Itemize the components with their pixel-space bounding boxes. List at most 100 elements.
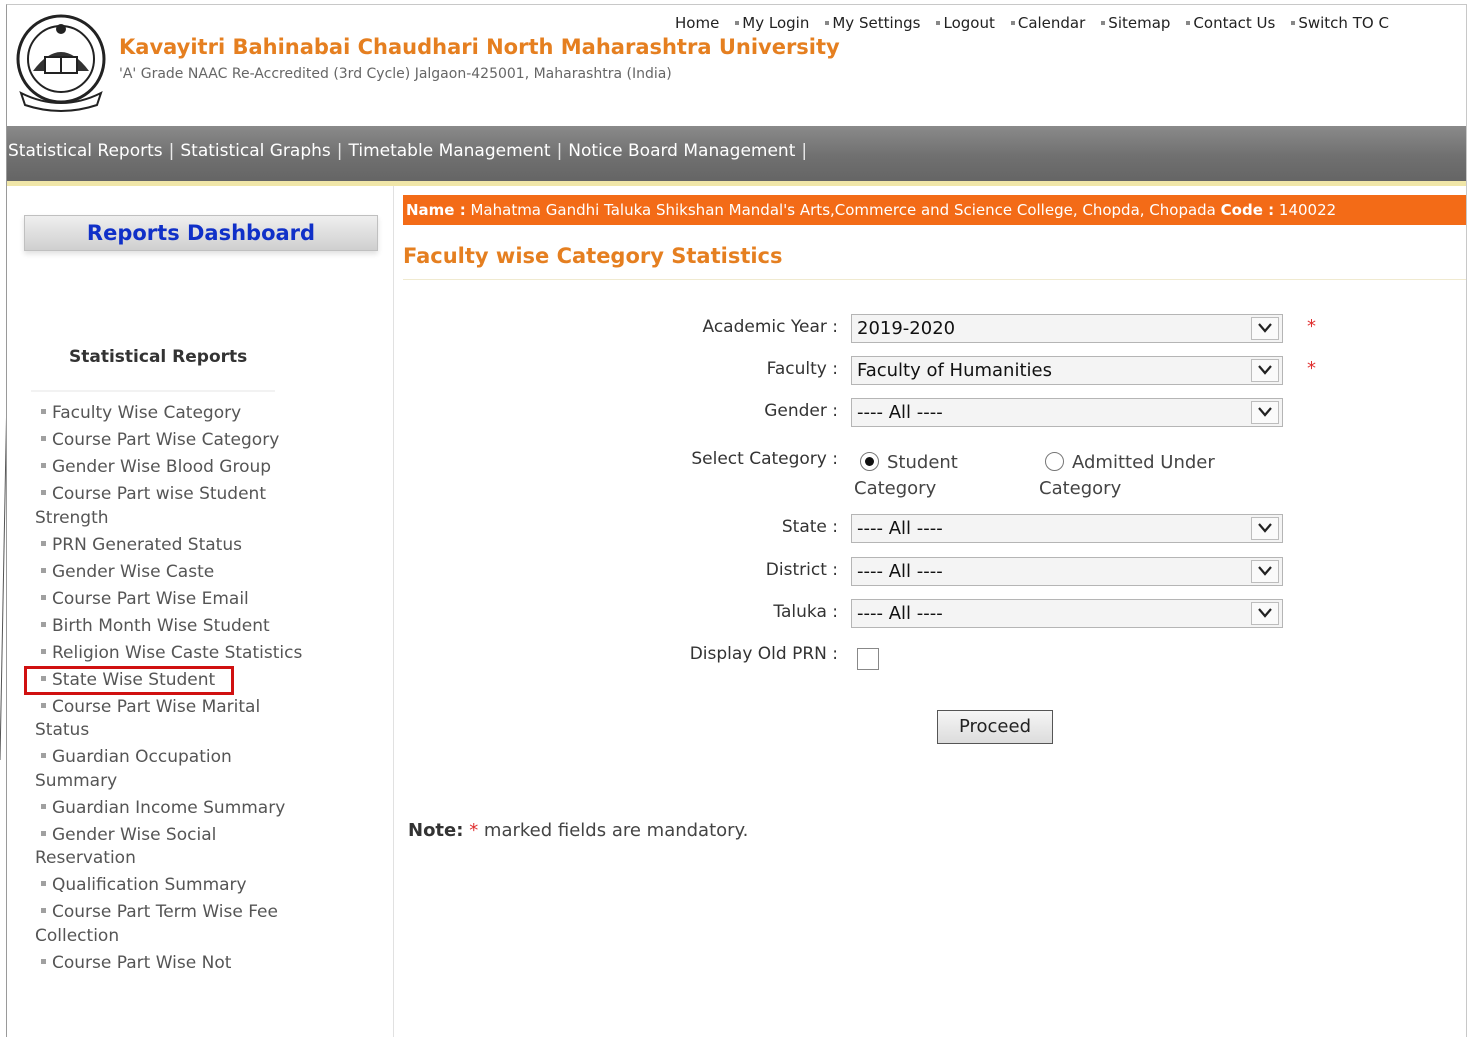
sidebar-report-link[interactable]: Course Part Wise Email	[35, 588, 315, 612]
state-value: ---- All ----	[857, 518, 943, 539]
sidebar-report-link[interactable]: Gender Wise Social Reservation	[35, 824, 315, 871]
sidebar-report-link[interactable]: Course Part Wise Not	[35, 952, 315, 976]
sidebar-report-label: Course Part Wise Email	[52, 588, 249, 609]
bullet-icon	[41, 702, 46, 708]
bullet-icon	[41, 648, 46, 654]
browser-frame: Kavayitri Bahinabai Chaudhari North Maha…	[6, 4, 1467, 1037]
top-link-logout[interactable]: Logout	[936, 14, 995, 32]
select-category-label: Select Category :	[691, 449, 838, 469]
college-name: Mahatma Gandhi Taluka Shikshan Mandal's …	[470, 201, 1216, 219]
sidebar: Reports Dashboard Statistical Reports Fa…	[7, 186, 394, 1037]
top-link-my-settings[interactable]: My Settings	[825, 14, 920, 32]
sidebar-report-link[interactable]: Course Part Wise Marital Status	[35, 696, 315, 743]
university-seal-icon[interactable]	[11, 13, 111, 113]
bullet-icon	[41, 621, 46, 627]
student-category-radio[interactable]	[860, 452, 879, 471]
top-links: Home My Login My Settings Logout Calenda…	[675, 14, 1405, 32]
faculty-select[interactable]: Faculty of Humanities	[851, 356, 1283, 385]
sidebar-report-label: Birth Month Wise Student	[52, 615, 270, 636]
sidebar-report-link[interactable]: Gender Wise Caste	[35, 561, 315, 585]
sidebar-report-link[interactable]: Faculty Wise Category	[35, 402, 315, 426]
bullet-icon	[1291, 21, 1296, 25]
top-link-calendar[interactable]: Calendar	[1010, 14, 1086, 32]
top-link-my-login[interactable]: My Login	[735, 14, 809, 32]
college-code-label: Code :	[1220, 201, 1275, 219]
top-link-label: Calendar	[1017, 14, 1086, 32]
taluka-select[interactable]: ---- All ----	[851, 599, 1283, 628]
district-label: District :	[765, 560, 838, 580]
sidebar-report-label: Gender Wise Blood Group	[52, 457, 272, 477]
sidebar-report-link[interactable]: Course Part Wise Category	[35, 429, 315, 453]
top-link-contact-us[interactable]: Contact Us	[1186, 14, 1275, 32]
college-name-bar: Name : Mahatma Gandhi Taluka Shikshan Ma…	[403, 195, 1466, 225]
nav-separator: |	[336, 141, 343, 161]
student-category-label-line1[interactable]: Student	[887, 450, 958, 476]
student-category-label-line2[interactable]: Category	[854, 476, 936, 502]
nav-timetable-management[interactable]: Timetable Management	[349, 141, 551, 161]
college-code: 140022	[1278, 201, 1337, 219]
bullet-icon	[41, 594, 46, 600]
academic-year-label: Academic Year :	[702, 317, 838, 337]
admitted-under-category-radio[interactable]	[1045, 452, 1064, 471]
chevron-down-icon[interactable]	[1251, 401, 1279, 424]
chevron-down-icon[interactable]	[1251, 359, 1279, 382]
sidebar-report-link[interactable]: Guardian Occupation Summary	[35, 746, 315, 793]
admitted-under-category-label-line1[interactable]: Admitted Under	[1072, 450, 1215, 476]
sidebar-report-link[interactable]: State Wise Student	[23, 665, 235, 695]
sidebar-report-label: Qualification Summary	[52, 875, 247, 895]
note-label: Note:	[408, 820, 464, 841]
sidebar-report-link[interactable]: PRN Generated Status	[35, 534, 315, 558]
taluka-label: Taluka :	[773, 602, 838, 622]
sidebar-report-link[interactable]: Gender Wise Blood Group	[35, 456, 315, 480]
sidebar-report-label: Gender Wise Caste	[52, 561, 215, 582]
state-select[interactable]: ---- All ----	[851, 514, 1283, 543]
sidebar-report-link[interactable]: Course Part wise Student Strength	[35, 483, 315, 530]
bullet-icon	[1010, 21, 1015, 25]
required-star: *	[1307, 358, 1316, 379]
top-link-label: Sitemap	[1108, 14, 1171, 32]
nav-statistical-graphs[interactable]: Statistical Graphs	[180, 141, 330, 161]
required-star: *	[469, 820, 479, 841]
bullet-icon	[735, 21, 740, 25]
sidebar-report-label: PRN Generated Status	[52, 534, 242, 555]
top-link-switch[interactable]: Switch TO C	[1291, 14, 1389, 32]
sidebar-report-label: Course Part Wise Not	[52, 952, 232, 973]
sidebar-report-link[interactable]: Religion Wise Caste Statistics	[35, 642, 315, 666]
sidebar-report-label: Course Part Wise Marital Status	[35, 696, 261, 741]
sidebar-report-link[interactable]: Course Part Term Wise Fee Collection	[35, 901, 315, 948]
top-link-label: My Login	[742, 14, 810, 32]
nav-statistical-reports[interactable]: Statistical Reports	[8, 141, 163, 161]
required-star: *	[1307, 316, 1316, 337]
bullet-icon	[41, 830, 46, 836]
chevron-down-icon[interactable]	[1251, 560, 1279, 583]
bullet-icon	[41, 463, 46, 468]
taluka-value: ---- All ----	[857, 603, 943, 624]
proceed-button[interactable]: Proceed	[937, 710, 1053, 744]
sidebar-report-link[interactable]: Guardian Income Summary	[35, 797, 315, 821]
report-list: Faculty Wise Category Course Part Wise Ca…	[23, 402, 315, 979]
bullet-icon	[1186, 21, 1191, 25]
bullet-icon	[41, 540, 46, 546]
chevron-down-icon[interactable]	[1251, 317, 1279, 340]
divider	[403, 279, 1466, 280]
reports-dashboard-button[interactable]: Reports Dashboard	[24, 215, 378, 251]
sidebar-report-link[interactable]: Qualification Summary	[35, 874, 315, 898]
top-link-sitemap[interactable]: Sitemap	[1101, 14, 1170, 32]
district-value: ---- All ----	[857, 561, 943, 582]
academic-year-value: 2019-2020	[857, 318, 956, 339]
chevron-down-icon[interactable]	[1251, 602, 1279, 625]
district-select[interactable]: ---- All ----	[851, 557, 1283, 586]
top-link-home[interactable]: Home	[675, 14, 719, 32]
chevron-down-icon[interactable]	[1251, 517, 1279, 540]
university-name: Kavayitri Bahinabai Chaudhari North Maha…	[119, 35, 840, 59]
main-nav: Statistical Reports | Statistical Graphs | T…	[7, 126, 1466, 186]
sidebar-report-label: State Wise Student	[52, 669, 216, 690]
admitted-under-category-label-line2[interactable]: Category	[1039, 476, 1121, 502]
mandatory-note: Note: * marked fields are mandatory.	[408, 820, 748, 841]
gender-select[interactable]: ---- All ----	[851, 398, 1283, 427]
nav-notice-board-management[interactable]: Notice Board Management	[568, 141, 795, 161]
sidebar-report-link[interactable]: Birth Month Wise Student	[35, 615, 315, 639]
display-old-prn-checkbox[interactable]	[857, 648, 879, 670]
university-subtitle: 'A' Grade NAAC Re-Accredited (3rd Cycle)…	[119, 66, 672, 82]
academic-year-select[interactable]: 2019-2020	[851, 314, 1283, 343]
